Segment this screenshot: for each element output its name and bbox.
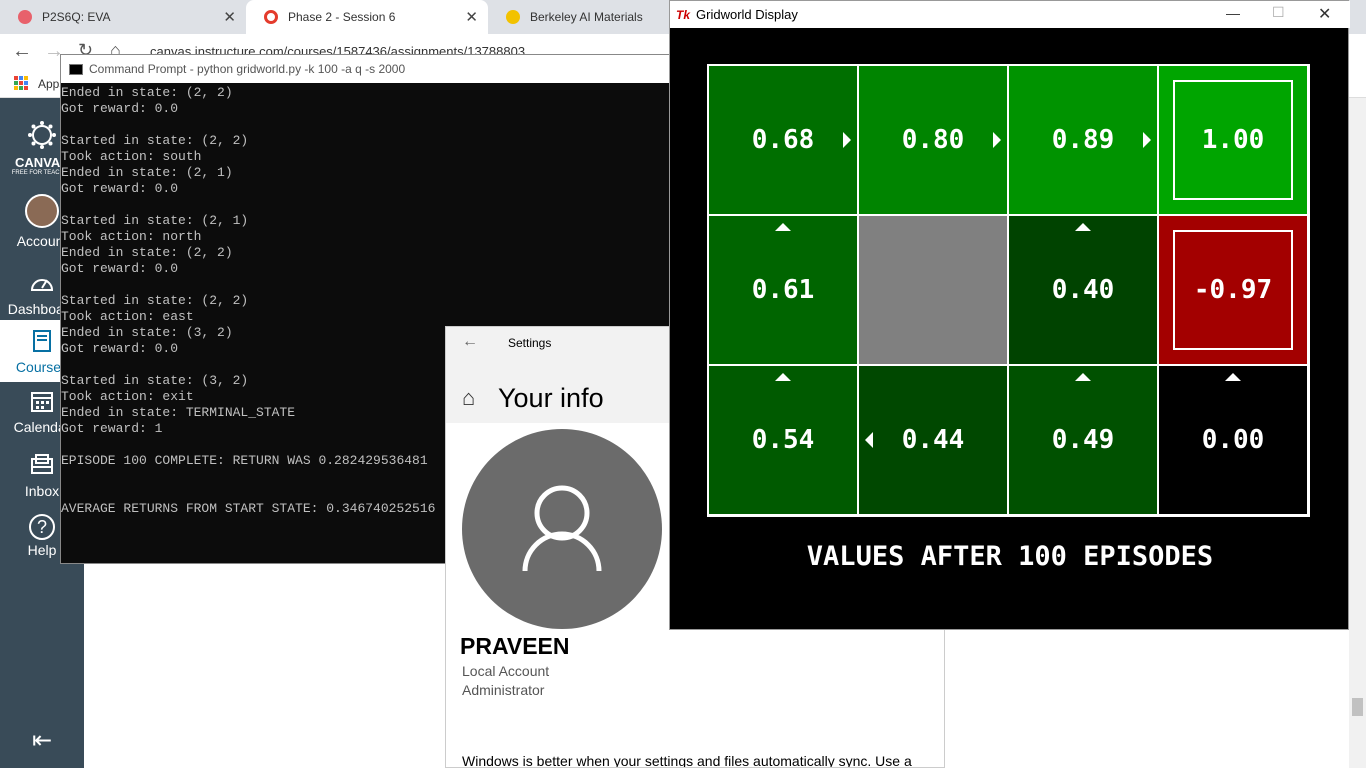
cell-value: 0.40 bbox=[1051, 275, 1115, 305]
grid-cell: 0.61 bbox=[709, 216, 857, 364]
minimize-icon[interactable]: — bbox=[1226, 5, 1240, 21]
grid-cell: 0.68 bbox=[709, 66, 857, 214]
page-title: Your info bbox=[498, 383, 604, 413]
home-icon[interactable]: ⌂ bbox=[462, 385, 475, 411]
account-role: Administrator bbox=[462, 682, 545, 698]
arrow-up-icon bbox=[1075, 373, 1091, 381]
user-silhouette-icon bbox=[522, 485, 602, 572]
collapse-nav-icon[interactable]: ⇤ bbox=[0, 726, 84, 756]
arrow-right-icon bbox=[993, 132, 1001, 148]
tab-title: Phase 2 - Session 6 bbox=[288, 10, 396, 24]
help-icon: ? bbox=[29, 514, 55, 540]
arrow-up-icon bbox=[1225, 373, 1241, 381]
canvas-logo-icon bbox=[28, 121, 56, 149]
avatar-icon bbox=[25, 194, 59, 228]
cell-value: 0.00 bbox=[1201, 425, 1265, 455]
grid-cell: 0.40 bbox=[1009, 216, 1157, 364]
grid-cell: 0.89 bbox=[1009, 66, 1157, 214]
cell-value: 1.00 bbox=[1201, 125, 1265, 155]
grid-cell: 0.49 bbox=[1009, 366, 1157, 514]
cmd-titlebar[interactable]: Command Prompt - python gridworld.py -k … bbox=[61, 55, 701, 83]
user-name: PRAVEEN bbox=[460, 633, 570, 659]
arrow-up-icon bbox=[775, 373, 791, 381]
tab-title: P2S6Q: EVA bbox=[42, 10, 111, 24]
dashboard-icon bbox=[30, 279, 54, 291]
close-window-icon[interactable]: ✕ bbox=[1318, 4, 1331, 24]
grid-cell: -0.97 bbox=[1159, 216, 1307, 364]
cmd-app-icon bbox=[69, 63, 83, 75]
pacman-favicon-icon bbox=[506, 10, 520, 24]
gridworld-grid: 0.68 0.80 0.89 1.00 0.61 0.40 -0.97 0.54 0.44 0.4… bbox=[707, 64, 1310, 517]
settings-app-title: Settings bbox=[508, 336, 552, 350]
page-scrollbar[interactable] bbox=[1349, 98, 1366, 768]
arrow-right-icon bbox=[1143, 132, 1151, 148]
back-arrow-icon[interactable]: ← bbox=[12, 40, 32, 63]
cell-value: 0.44 bbox=[901, 425, 965, 455]
cell-value: 0.61 bbox=[751, 275, 815, 305]
tab-title: Berkeley AI Materials bbox=[530, 10, 643, 24]
tab-phase2-session6[interactable]: Phase 2 - Session 6 ✕ bbox=[246, 0, 488, 34]
cell-value: 0.80 bbox=[901, 125, 965, 155]
calendar-icon bbox=[31, 392, 53, 412]
canvas-favicon-icon bbox=[18, 10, 32, 24]
apps-grid-icon[interactable] bbox=[14, 76, 28, 90]
maximize-icon[interactable]: ☐ bbox=[1272, 4, 1285, 21]
gridworld-title: Gridworld Display bbox=[696, 7, 798, 22]
arrow-up-icon bbox=[775, 223, 791, 231]
tk-feather-icon: Tk bbox=[676, 7, 691, 22]
grid-cell: 1.00 bbox=[1159, 66, 1307, 214]
inbox-icon bbox=[31, 454, 53, 474]
close-tab-icon[interactable]: ✕ bbox=[465, 8, 478, 26]
scrollbar-thumb[interactable] bbox=[1352, 698, 1363, 716]
gridworld-window: Tk Gridworld Display — ☐ ✕ 0.68 0.80 0.89 1… bbox=[669, 0, 1350, 630]
avatar[interactable] bbox=[462, 429, 662, 629]
canvas-favicon-icon bbox=[264, 10, 278, 24]
close-tab-icon[interactable]: ✕ bbox=[223, 8, 236, 26]
cmd-title: Command Prompt - python gridworld.py -k … bbox=[89, 62, 406, 76]
tab-berkeley-ai[interactable]: Berkeley AI Materials bbox=[488, 0, 668, 34]
grid-cell: 0.00 bbox=[1159, 366, 1307, 514]
book-icon bbox=[33, 330, 51, 352]
grid-cell: 0.54 bbox=[709, 366, 857, 514]
cell-value: -0.97 bbox=[1193, 275, 1273, 305]
cell-value: 0.68 bbox=[751, 125, 815, 155]
cell-value: 0.49 bbox=[1051, 425, 1115, 455]
arrow-left-icon bbox=[865, 432, 873, 448]
cell-value: 0.89 bbox=[1051, 125, 1115, 155]
cell-value: 0.54 bbox=[751, 425, 815, 455]
grid-cell bbox=[859, 216, 1007, 364]
back-arrow-icon[interactable]: ← bbox=[462, 333, 478, 351]
tab-p2s6q[interactable]: P2S6Q: EVA ✕ bbox=[0, 0, 246, 34]
sync-description: Windows is better when your settings and… bbox=[462, 753, 912, 768]
grid-cell: 0.80 bbox=[859, 66, 1007, 214]
account-type: Local Account bbox=[462, 663, 550, 679]
arrow-right-icon bbox=[843, 132, 851, 148]
gridworld-caption: VALUES AFTER 100 EPISODES bbox=[806, 541, 1214, 572]
gridworld-titlebar[interactable]: Tk Gridworld Display — ☐ ✕ bbox=[670, 1, 1350, 28]
arrow-up-icon bbox=[1075, 223, 1091, 231]
grid-cell: 0.44 bbox=[859, 366, 1007, 514]
